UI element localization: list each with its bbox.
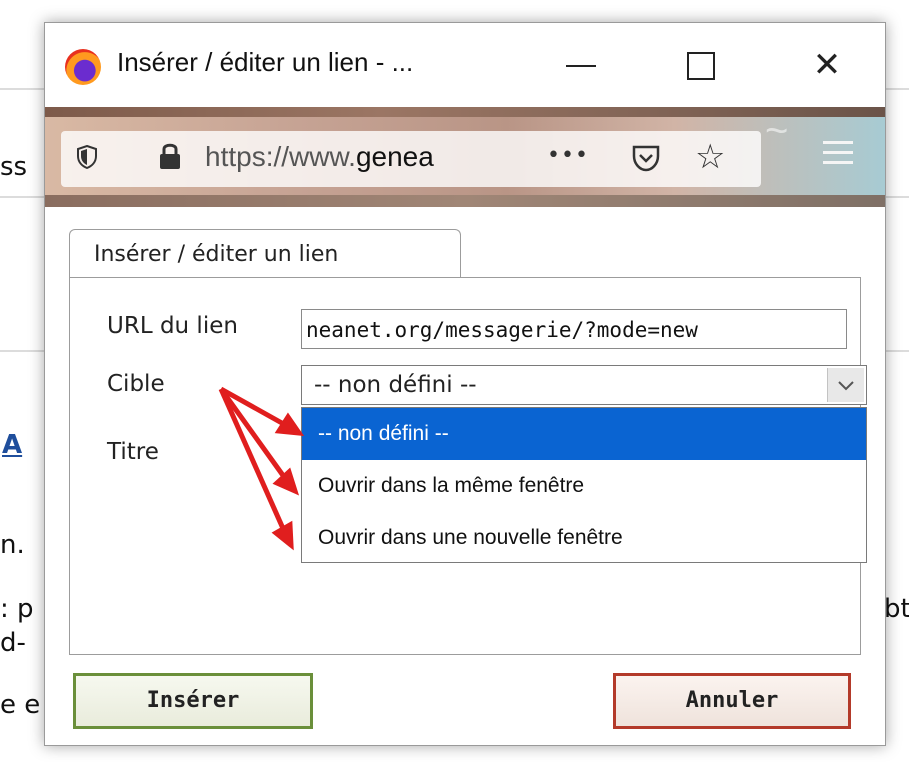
url-input[interactable]: neanet.org/messagerie/?mode=new (301, 309, 847, 349)
shield-icon[interactable] (77, 145, 97, 169)
close-button[interactable]: ✕ (797, 35, 857, 95)
dropdown-option[interactable]: -- non défini -- (302, 408, 866, 460)
url-bar[interactable]: https://www.genea ••• ☆ (61, 131, 761, 187)
title-label: Titre (107, 439, 159, 465)
minimize-button[interactable] (551, 35, 611, 95)
window-title: Insérer / éditer un lien - ... (117, 47, 414, 77)
dropdown-option[interactable]: Ouvrir dans la même fenêtre (302, 460, 866, 512)
background-text: e e (0, 690, 41, 720)
url-text[interactable]: https://www.genea (205, 141, 434, 173)
url-domain: genea (355, 141, 434, 172)
background-text: n. (0, 530, 25, 560)
pocket-icon[interactable] (631, 143, 661, 173)
popup-window: Insérer / éditer un lien - ... ✕ ~ https… (44, 22, 886, 746)
target-select-value: -- non défini -- (314, 372, 477, 398)
target-select[interactable]: -- non défini -- (301, 365, 867, 405)
dropdown-arrow-button[interactable] (827, 368, 864, 402)
background-text: d- (0, 628, 26, 658)
maximize-button[interactable] (671, 35, 731, 95)
background-text: : p (0, 594, 34, 624)
url-label: URL du lien (107, 313, 238, 339)
minimize-icon (566, 65, 596, 67)
chevron-down-icon (838, 381, 854, 391)
menu-icon[interactable] (823, 141, 853, 171)
annotation-arrows (218, 386, 305, 551)
target-dropdown-list: -- non défini -- Ouvrir dans la même fen… (301, 407, 867, 563)
decorative-banner-strip (45, 195, 885, 207)
bookmark-star-icon[interactable]: ☆ (695, 137, 725, 177)
close-icon: ✕ (812, 45, 842, 85)
more-actions-icon[interactable]: ••• (547, 143, 589, 168)
cancel-button[interactable]: Annuler (613, 673, 851, 729)
lock-icon[interactable] (159, 141, 181, 171)
firefox-logo-icon (65, 49, 101, 85)
tab-insert-edit-link[interactable]: Insérer / éditer un lien (69, 229, 461, 280)
background-link[interactable]: A (2, 430, 22, 460)
annotation-arrowhead (271, 520, 294, 551)
background-text: bt (884, 594, 909, 624)
maximize-icon (687, 52, 715, 80)
annotation-arrowhead (274, 412, 305, 437)
url-scheme: https://www. (205, 141, 356, 172)
title-bar: Insérer / éditer un lien - ... ✕ (45, 23, 885, 107)
decorative-banner-strip (45, 107, 885, 117)
background-text: ss (0, 152, 28, 182)
banner-decoration: ~ (765, 109, 789, 153)
tab-label: Insérer / éditer un lien (94, 242, 339, 267)
insert-button[interactable]: Insérer (73, 673, 313, 729)
target-label: Cible (107, 371, 165, 397)
dropdown-option[interactable]: Ouvrir dans une nouvelle fenêtre (302, 512, 866, 564)
